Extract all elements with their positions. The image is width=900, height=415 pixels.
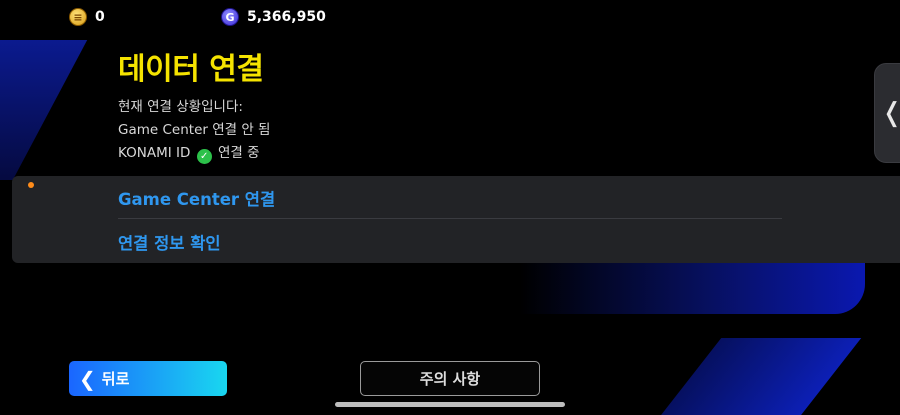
- notice-button[interactable]: 주의 사항: [360, 361, 540, 396]
- menu-divider: [118, 218, 782, 219]
- check-icon: ✓: [196, 149, 212, 164]
- menu-panel: Game Center 연결 연결 정보 확인: [50, 176, 900, 263]
- gp-amount: 5,366,950: [247, 9, 326, 25]
- notice-button-label: 주의 사항: [419, 370, 481, 388]
- coin-amount: 0: [95, 9, 105, 25]
- notification-dot: [28, 182, 34, 188]
- connection-info-item[interactable]: 연결 정보 확인: [118, 230, 221, 254]
- background-stripe-middle: [520, 262, 865, 314]
- konami-status-row: KONAMI ID ✓ 연결 중: [118, 142, 270, 165]
- gp-counter: G 5,366,950: [221, 8, 326, 26]
- page-title: 데이터 연결: [118, 52, 264, 87]
- konami-label: KONAMI ID: [118, 145, 191, 161]
- back-button-label: 뒤로: [101, 370, 130, 388]
- status-heading: 현재 연결 상황입니다:: [118, 99, 243, 115]
- connection-status: 현재 연결 상황입니다: Game Center 연결 안 됨 KONAMI I…: [118, 96, 270, 165]
- coin-icon: ≡: [69, 8, 87, 26]
- game-center-status: Game Center 연결 안 됨: [118, 122, 271, 138]
- left-tab: [12, 176, 50, 263]
- side-panel-handle[interactable]: ❬: [874, 63, 900, 163]
- background-stripe-left: [0, 40, 88, 180]
- game-center-connect-item[interactable]: Game Center 연결: [118, 186, 275, 210]
- back-button[interactable]: ❮ 뒤로: [69, 361, 227, 396]
- coin-counter: ≡ 0: [69, 8, 105, 26]
- chevron-left-icon: ❮: [79, 366, 96, 391]
- home-indicator[interactable]: [335, 402, 565, 407]
- background-stripe-right: [658, 338, 862, 415]
- chevron-left-icon: ❬: [881, 98, 900, 128]
- konami-status: 연결 중: [217, 145, 260, 161]
- gp-icon: G: [221, 8, 239, 26]
